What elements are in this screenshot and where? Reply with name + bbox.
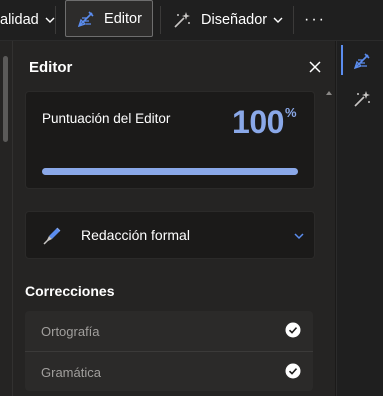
editor-ribbon-button[interactable]: Editor <box>65 0 153 37</box>
score-value: 100% <box>232 104 297 140</box>
list-item-gramatica[interactable]: Gramática <box>25 351 313 392</box>
score-unit: % <box>284 105 297 121</box>
ribbon-divider <box>55 6 56 34</box>
fountain-pen-icon <box>43 227 61 245</box>
writing-style-dropdown[interactable]: Redacción formal <box>25 211 315 259</box>
pane-title: Editor <box>29 59 73 76</box>
chevron-down-icon <box>294 233 304 240</box>
list-item-ortografia[interactable]: Ortografía <box>25 311 313 351</box>
designer-wand-icon <box>174 12 190 28</box>
editor-pen-icon[interactable] <box>352 51 372 71</box>
editor-pane: Editor Puntuación del Editor 100% Redacc… <box>12 41 335 396</box>
ribbon: alidad Editor Diseñador ··· <box>0 0 383 41</box>
writing-style-label: Redacción formal <box>81 227 190 243</box>
rail-active-indicator <box>341 45 343 75</box>
corrections-list: Ortografía Gramática <box>25 311 313 391</box>
document-scrollbar[interactable] <box>3 56 8 142</box>
more-options-button[interactable]: ··· <box>300 0 330 40</box>
check-circle-icon <box>285 322 301 338</box>
close-icon[interactable] <box>305 57 325 77</box>
calidad-label: alidad <box>0 12 39 28</box>
pane-scrollbar[interactable] <box>326 91 332 396</box>
correction-label: Ortografía <box>41 324 100 339</box>
right-rail <box>336 41 383 396</box>
score-progress-fill <box>42 168 298 175</box>
check-circle-icon <box>285 363 301 379</box>
ribbon-divider <box>160 6 161 34</box>
ribbon-divider <box>293 6 294 34</box>
corrections-heading: Correcciones <box>25 283 115 299</box>
scroll-up-arrow[interactable] <box>326 91 332 95</box>
calidad-dropdown[interactable]: alidad <box>0 0 57 40</box>
editor-ribbon-label: Editor <box>104 10 142 27</box>
score-progress-bar <box>42 168 298 175</box>
editor-score-card: Puntuación del Editor 100% <box>25 91 315 189</box>
correction-label: Gramática <box>41 365 101 380</box>
caret-down-icon[interactable] <box>271 13 285 27</box>
designer-wand-icon[interactable] <box>352 89 372 109</box>
more-icon: ··· <box>304 11 326 28</box>
editor-pen-icon <box>77 10 94 27</box>
disenador-ribbon-button[interactable]: Diseñador <box>172 0 285 40</box>
score-label: Puntuación del Editor <box>42 111 171 126</box>
disenador-label: Diseñador <box>201 12 268 28</box>
